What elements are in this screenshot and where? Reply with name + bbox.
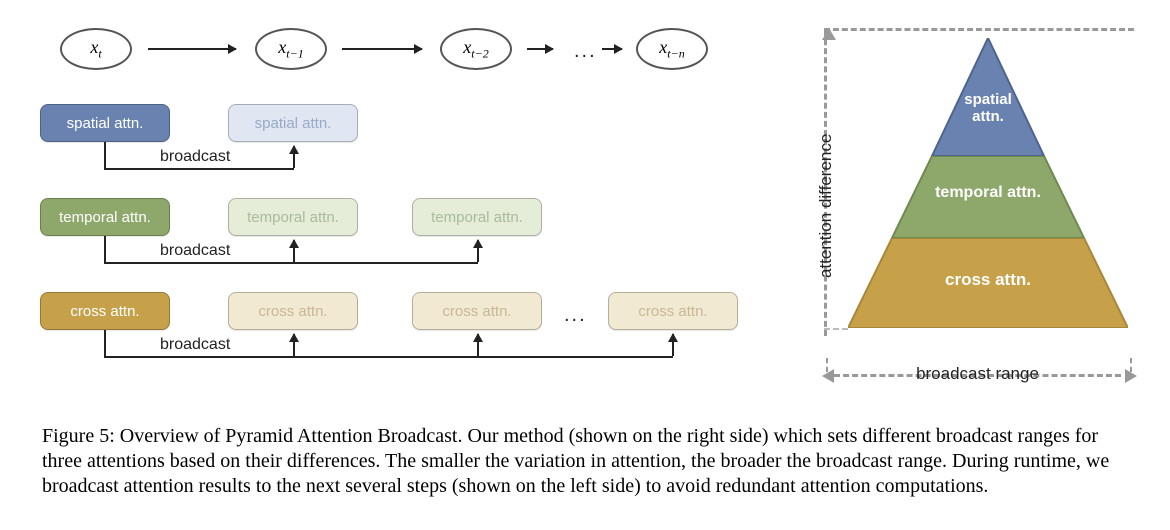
guide-line bbox=[824, 328, 848, 330]
attn-label: cross attn. bbox=[638, 303, 707, 320]
attn-label: cross attn. bbox=[70, 303, 139, 320]
pyramid: spatialattn. spatial attn. temporal attn… bbox=[848, 38, 1128, 328]
timestep-oval: xt−2 bbox=[440, 28, 512, 70]
attn-label: temporal attn. bbox=[247, 209, 339, 226]
pyramid-label: temporal attn. bbox=[848, 184, 1128, 202]
arrow-up-icon bbox=[477, 334, 479, 356]
x-axis-label: broadcast range bbox=[820, 364, 1135, 384]
cross-attn-ghost: cross attn. bbox=[412, 292, 542, 330]
temporal-attn-ghost: temporal attn. bbox=[228, 198, 358, 236]
timestep-var: xt−2 bbox=[463, 37, 488, 62]
arrow-up-icon bbox=[293, 240, 295, 262]
pyramid-layer-spatial: spatialattn. spatial attn. bbox=[848, 38, 1128, 156]
spatial-attn-box: spatial attn. bbox=[40, 104, 170, 142]
attn-label: spatial attn. bbox=[67, 115, 144, 132]
figure-caption: Figure 5: Overview of Pyramid Attention … bbox=[42, 424, 1130, 498]
rail-segment bbox=[104, 236, 106, 262]
rail-segment bbox=[104, 142, 106, 168]
timestep-sub: t−n bbox=[667, 46, 684, 60]
broadcast-label: broadcast bbox=[160, 242, 230, 260]
timestep-oval: xt−1 bbox=[255, 28, 327, 70]
x-axis-dashed-top bbox=[824, 28, 1134, 31]
pyramid-layer-temporal: temporal attn. bbox=[848, 156, 1128, 238]
attn-label: cross attn. bbox=[442, 303, 511, 320]
attn-label: temporal attn. bbox=[431, 209, 523, 226]
ellipsis: ... bbox=[574, 40, 597, 63]
pyramid-label: spatialattn. bbox=[848, 92, 1128, 125]
right-pyramid-panel: attention difference spatialattn. spatia… bbox=[820, 28, 1135, 398]
timestep-sub: t bbox=[98, 46, 101, 60]
pyramid-layer-cross: cross attn. bbox=[848, 238, 1128, 328]
x-axis: broadcast range bbox=[820, 336, 1135, 338]
arrow-up-icon bbox=[293, 146, 295, 168]
timestep-var: xt−n bbox=[659, 37, 684, 62]
cross-attn-box: cross attn. bbox=[40, 292, 170, 330]
cross-attn-ghost: cross attn. bbox=[228, 292, 358, 330]
attn-label: temporal attn. bbox=[59, 209, 151, 226]
figure: xt xt−1 xt−2 xt−n ... spatial attn. spat… bbox=[40, 28, 1135, 398]
ellipsis: ... bbox=[564, 304, 587, 327]
rail-segment bbox=[104, 330, 106, 356]
y-axis-label: attention difference bbox=[816, 134, 836, 278]
attn-label: cross attn. bbox=[258, 303, 327, 320]
arrow-up-icon bbox=[477, 240, 479, 262]
timestep-sub: t−1 bbox=[286, 46, 303, 60]
arrow-right-icon bbox=[602, 48, 622, 50]
pyramid-label: cross attn. bbox=[848, 270, 1128, 290]
arrow-up-icon bbox=[672, 334, 674, 356]
temporal-attn-ghost: temporal attn. bbox=[412, 198, 542, 236]
rail-segment bbox=[104, 262, 478, 264]
broadcast-label: broadcast bbox=[160, 336, 230, 354]
timestep-oval: xt−n bbox=[636, 28, 708, 70]
arrow-right-icon bbox=[342, 48, 422, 50]
spatial-attn-ghost: spatial attn. bbox=[228, 104, 358, 142]
rail-segment bbox=[104, 356, 673, 358]
arrow-right-icon bbox=[527, 48, 553, 50]
timestep-var: xt bbox=[90, 37, 101, 62]
broadcast-label: broadcast bbox=[160, 148, 230, 166]
timestep-sub: t−2 bbox=[471, 46, 488, 60]
left-diagram: xt xt−1 xt−2 xt−n ... spatial attn. spat… bbox=[40, 28, 800, 398]
temporal-attn-box: temporal attn. bbox=[40, 198, 170, 236]
timestep-oval: xt bbox=[60, 28, 132, 70]
arrow-right-icon bbox=[148, 48, 236, 50]
timestep-var: xt−1 bbox=[278, 37, 303, 62]
cross-attn-ghost: cross attn. bbox=[608, 292, 738, 330]
rail-segment bbox=[104, 168, 294, 170]
attn-label: spatial attn. bbox=[255, 115, 332, 132]
arrow-up-icon bbox=[293, 334, 295, 356]
